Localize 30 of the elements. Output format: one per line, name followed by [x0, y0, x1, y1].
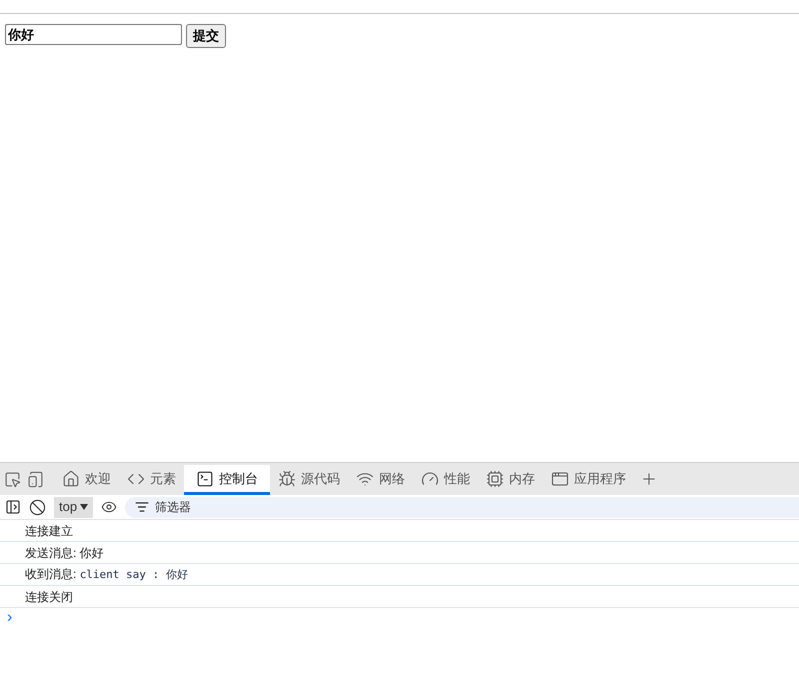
devtools-tab[interactable]: 网络 — [348, 465, 413, 495]
sidebar-icon[interactable] — [5, 499, 21, 515]
console-message: 发送消息: 你好 — [25, 544, 104, 562]
filter-placeholder: 筛选器 — [155, 499, 192, 516]
devtools-tab[interactable]: 控制台 — [184, 465, 270, 495]
inspect-icon[interactable] — [4, 470, 21, 488]
bug-icon — [278, 470, 296, 488]
context-dropdown[interactable]: top — [54, 496, 94, 518]
caret-icon — [80, 504, 88, 510]
submit-button[interactable]: 提交 — [186, 24, 226, 48]
filter-icon — [135, 500, 150, 514]
console-message: 连接建立 — [25, 522, 73, 540]
clear-icon[interactable] — [29, 498, 46, 516]
devtools-tab[interactable]: 欢迎 — [54, 465, 119, 495]
console-prompt[interactable]: › — [7, 610, 12, 626]
console-message: 收到消息: client say : 你好 — [25, 566, 188, 584]
devtools-tab[interactable]: 源代码 — [270, 465, 348, 495]
devtools-tab[interactable]: 应用程序 — [543, 465, 634, 495]
window-icon — [551, 470, 569, 488]
gauge-icon — [421, 470, 439, 488]
device-icon[interactable] — [27, 470, 44, 488]
console-message: 连接关闭 — [25, 588, 73, 606]
filter-field[interactable]: 筛选器 — [125, 496, 799, 518]
terminal-icon — [196, 470, 214, 488]
devtools-tab[interactable]: 内存 — [478, 465, 543, 495]
eye-icon[interactable] — [101, 499, 118, 515]
chip-icon — [486, 470, 504, 488]
devtools-tab[interactable]: 元素 — [119, 465, 184, 495]
devtools-tab[interactable]: 性能 — [413, 465, 478, 495]
house-icon — [62, 470, 80, 488]
